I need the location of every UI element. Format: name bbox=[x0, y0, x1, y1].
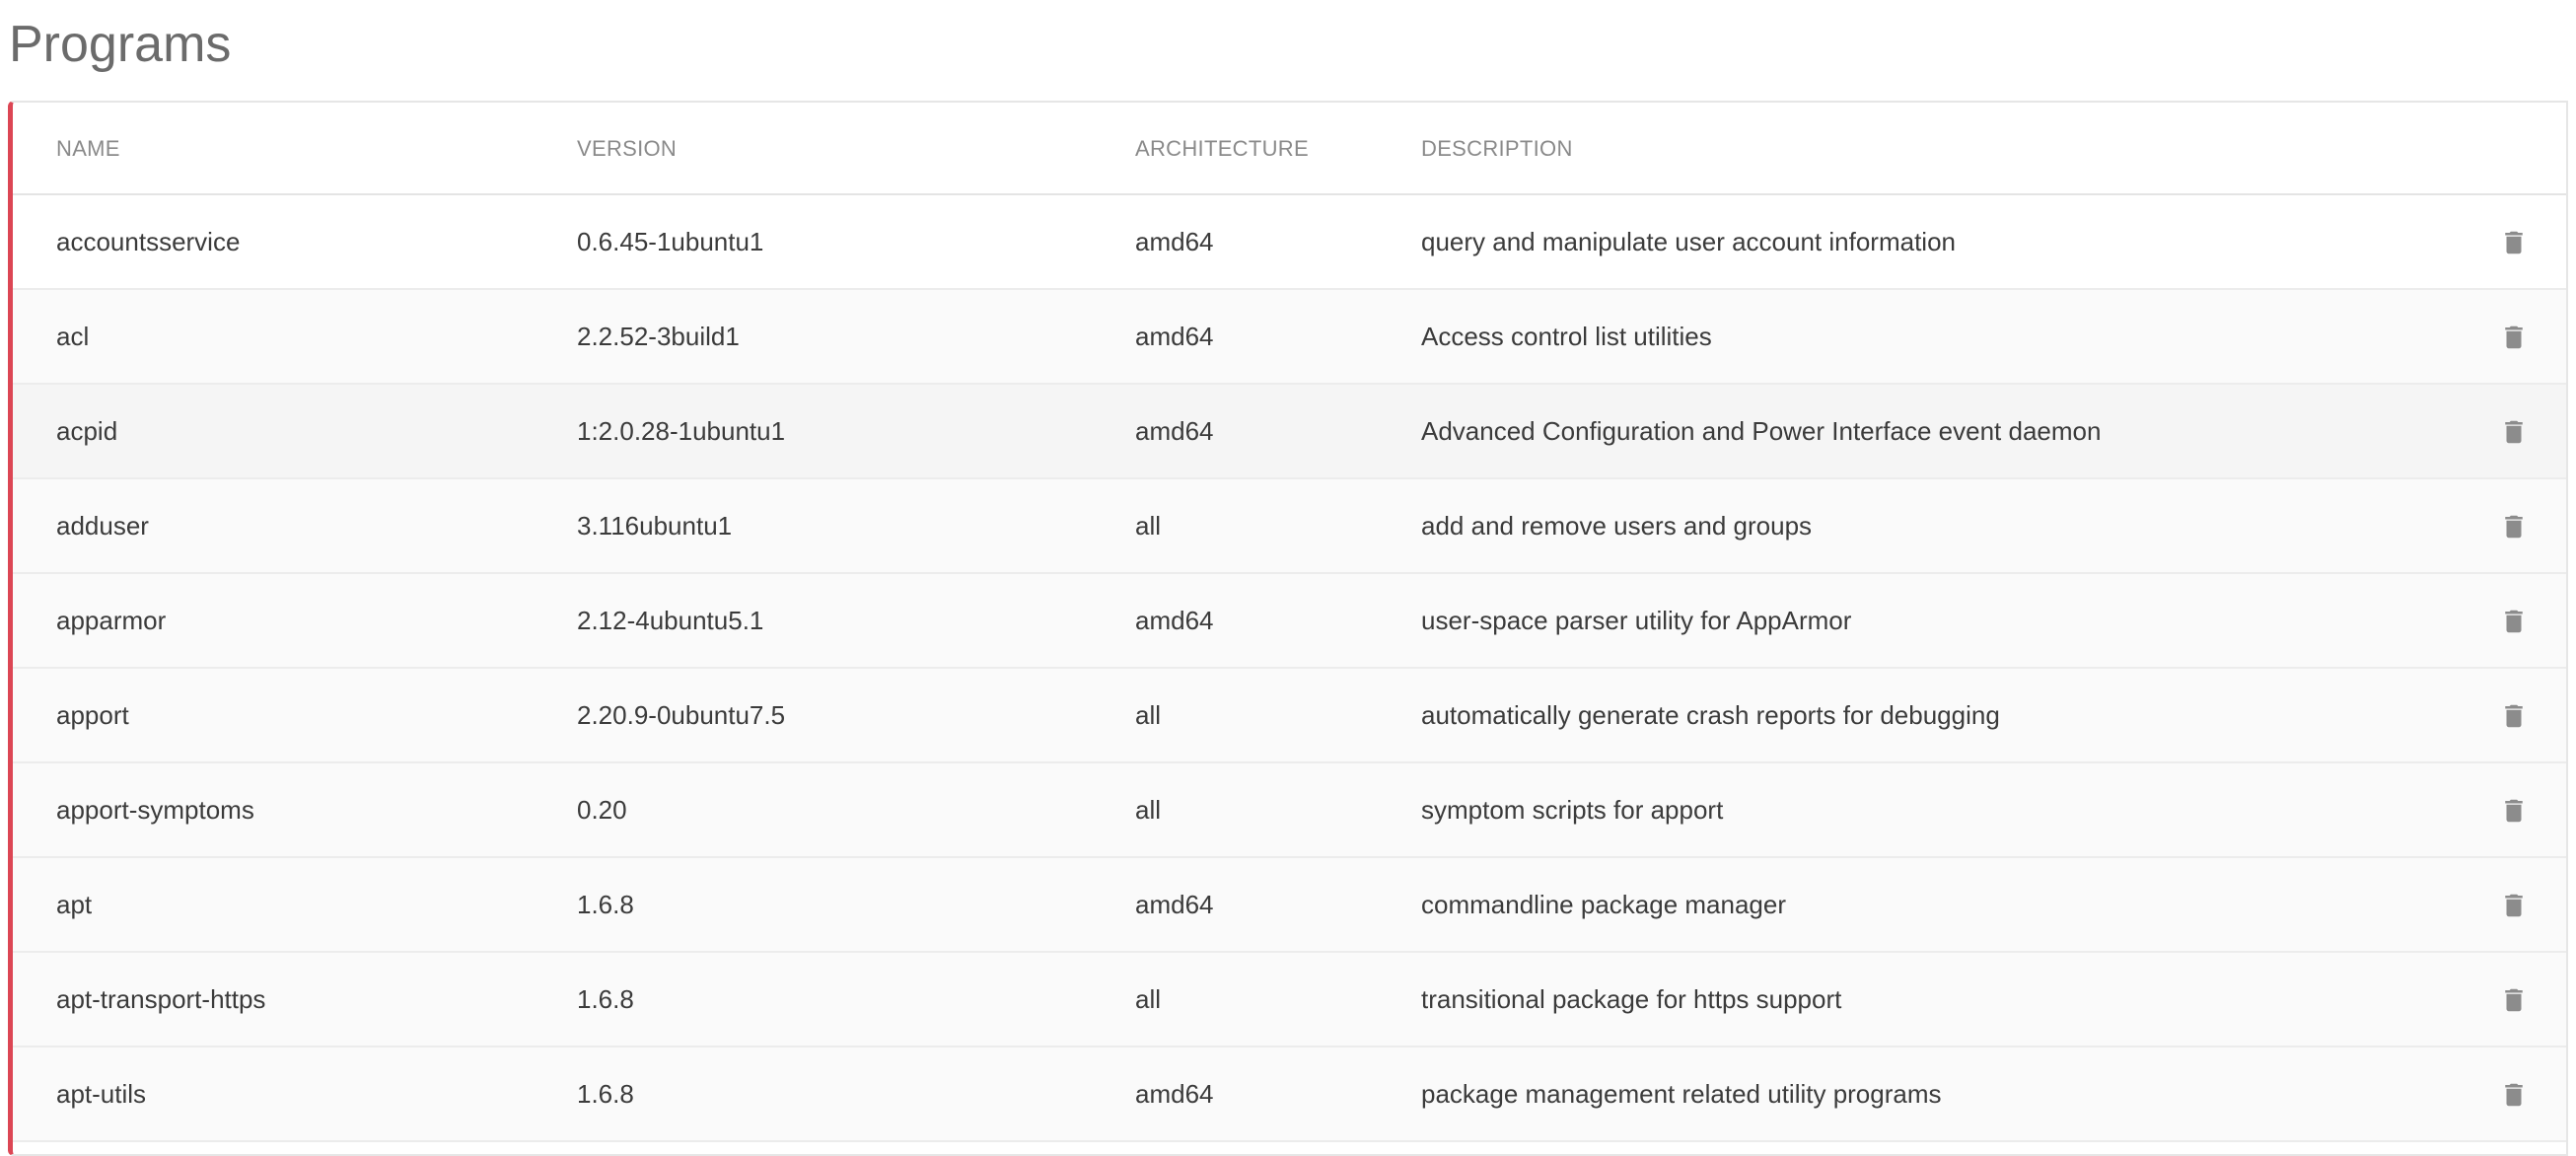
program-description: transitional package for https support bbox=[1421, 984, 1842, 1014]
trash-icon bbox=[2505, 515, 2523, 539]
table-row[interactable]: apt-utils 1.6.8 amd64 package management… bbox=[13, 1048, 2566, 1142]
program-description: query and manipulate user account inform… bbox=[1421, 227, 1956, 256]
trash-icon bbox=[2505, 1083, 2523, 1107]
trash-icon bbox=[2505, 988, 2523, 1012]
delete-button[interactable] bbox=[2499, 607, 2529, 636]
table-row[interactable]: acpid 1:2.0.28-1ubuntu1 amd64 Advanced C… bbox=[13, 385, 2566, 479]
program-version: 1.6.8 bbox=[577, 1079, 634, 1109]
page-title: Programs bbox=[9, 16, 232, 73]
program-description: Advanced Configuration and Power Interfa… bbox=[1421, 416, 2102, 446]
table-row[interactable]: apparmor 2.12-4ubuntu5.1 amd64 user-spac… bbox=[13, 574, 2566, 669]
table-header: NAME VERSION ARCHITECTURE DESCRIPTION bbox=[13, 103, 2566, 195]
program-name: acpid bbox=[56, 416, 118, 446]
program-version: 0.20 bbox=[577, 795, 627, 825]
program-name: acl bbox=[56, 322, 90, 351]
program-architecture: amd64 bbox=[1135, 1079, 1214, 1109]
trash-icon bbox=[2505, 799, 2523, 823]
trash-icon bbox=[2505, 420, 2523, 444]
program-description: package management related utility progr… bbox=[1421, 1079, 1942, 1109]
program-description: automatically generate crash reports for… bbox=[1421, 700, 2000, 730]
table-row[interactable]: acl 2.2.52-3build1 amd64 Access control … bbox=[13, 290, 2566, 385]
program-version: 1.6.8 bbox=[577, 890, 634, 919]
program-architecture: amd64 bbox=[1135, 227, 1214, 256]
trash-icon bbox=[2505, 894, 2523, 917]
delete-button[interactable] bbox=[2499, 323, 2529, 352]
table-row[interactable]: apt-transport-https 1.6.8 all transition… bbox=[13, 953, 2566, 1048]
column-header-name[interactable]: NAME bbox=[56, 103, 120, 195]
column-header-version[interactable]: VERSION bbox=[577, 103, 677, 195]
table-row[interactable]: accountsservice 0.6.45-1ubuntu1 amd64 qu… bbox=[13, 195, 2566, 290]
program-name: adduser bbox=[56, 511, 149, 541]
program-description: Access control list utilities bbox=[1421, 322, 1712, 351]
program-version: 3.116ubuntu1 bbox=[577, 511, 733, 541]
program-architecture: amd64 bbox=[1135, 606, 1214, 635]
delete-button[interactable] bbox=[2499, 512, 2529, 542]
program-name: apport-symptoms bbox=[56, 795, 254, 825]
table-row[interactable]: adduser 3.116ubuntu1 all add and remove … bbox=[13, 479, 2566, 574]
trash-icon bbox=[2505, 325, 2523, 349]
program-architecture: amd64 bbox=[1135, 322, 1214, 351]
program-version: 2.20.9-0ubuntu7.5 bbox=[577, 700, 786, 730]
program-version: 1.6.8 bbox=[577, 984, 634, 1014]
program-name: apt-transport-https bbox=[56, 984, 266, 1014]
program-description: add and remove users and groups bbox=[1421, 511, 1813, 541]
program-description: commandline package manager bbox=[1421, 890, 1786, 919]
delete-button[interactable] bbox=[2499, 701, 2529, 731]
program-description: user-space parser utility for AppArmor bbox=[1421, 606, 1852, 635]
program-architecture: all bbox=[1135, 511, 1162, 541]
program-version: 0.6.45-1ubuntu1 bbox=[577, 227, 764, 256]
program-version: 1:2.0.28-1ubuntu1 bbox=[577, 416, 786, 446]
program-name: apt-utils bbox=[56, 1079, 147, 1109]
program-architecture: all bbox=[1135, 984, 1162, 1014]
table-row[interactable]: apt 1.6.8 amd64 commandline package mana… bbox=[13, 858, 2566, 953]
program-version: 2.12-4ubuntu5.1 bbox=[577, 606, 764, 635]
program-architecture: amd64 bbox=[1135, 416, 1214, 446]
programs-table: NAME VERSION ARCHITECTURE DESCRIPTION ac… bbox=[8, 101, 2568, 1156]
column-header-architecture[interactable]: ARCHITECTURE bbox=[1135, 103, 1309, 195]
trash-icon bbox=[2505, 610, 2523, 633]
delete-button[interactable] bbox=[2499, 985, 2529, 1015]
table-row[interactable]: apport 2.20.9-0ubuntu7.5 all automatical… bbox=[13, 669, 2566, 763]
program-description: symptom scripts for apport bbox=[1421, 795, 1724, 825]
delete-button[interactable] bbox=[2499, 796, 2529, 826]
trash-icon bbox=[2505, 704, 2523, 728]
program-name: apparmor bbox=[56, 606, 167, 635]
delete-button[interactable] bbox=[2499, 417, 2529, 447]
table-body: accountsservice 0.6.45-1ubuntu1 amd64 qu… bbox=[13, 195, 2566, 1142]
program-version: 2.2.52-3build1 bbox=[577, 322, 740, 351]
delete-button[interactable] bbox=[2499, 891, 2529, 920]
program-architecture: all bbox=[1135, 795, 1162, 825]
delete-button[interactable] bbox=[2499, 228, 2529, 257]
table-row[interactable]: apport-symptoms 0.20 all symptom scripts… bbox=[13, 763, 2566, 858]
program-architecture: amd64 bbox=[1135, 890, 1214, 919]
column-header-description[interactable]: DESCRIPTION bbox=[1421, 103, 1573, 195]
trash-icon bbox=[2505, 231, 2523, 254]
program-architecture: all bbox=[1135, 700, 1162, 730]
program-name: apport bbox=[56, 700, 129, 730]
delete-button[interactable] bbox=[2499, 1080, 2529, 1110]
program-name: accountsservice bbox=[56, 227, 241, 256]
program-name: apt bbox=[56, 890, 93, 919]
